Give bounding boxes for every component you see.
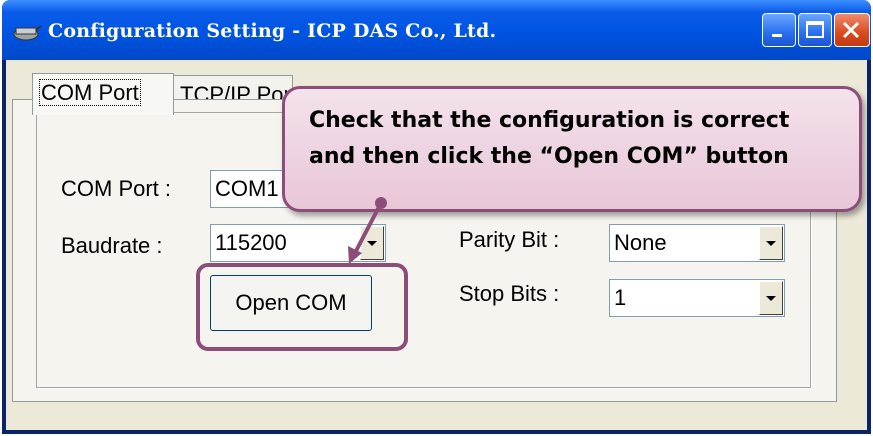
callout-line-2: and then click the “Open COM” button: [309, 144, 789, 169]
chevron-down-icon: [766, 296, 776, 301]
stop-bits-dropdown-button[interactable]: [759, 281, 783, 315]
app-icon: [13, 25, 42, 41]
close-icon: [842, 21, 860, 39]
parity-bit-select[interactable]: None: [609, 224, 785, 262]
minimize-icon: [772, 34, 782, 37]
instruction-callout: Check that the configuration is correct …: [282, 86, 862, 212]
baudrate-value: 115200: [215, 230, 287, 255]
parity-bit-label: Parity Bit :: [459, 227, 560, 252]
baudrate-dropdown-button[interactable]: [360, 226, 384, 260]
window-title: Configuration Setting - ICP DAS Co., Ltd…: [48, 20, 497, 42]
button-highlight-frame: [196, 263, 408, 351]
title-bar[interactable]: Configuration Setting - ICP DAS Co., Ltd…: [2, 0, 871, 60]
parity-dropdown-button[interactable]: [759, 226, 783, 260]
callout-text: Check that the configuration is correct …: [309, 103, 849, 175]
close-button[interactable]: [834, 13, 870, 47]
baudrate-select[interactable]: 115200: [210, 224, 386, 262]
chevron-down-icon: [367, 241, 377, 246]
tab-com-port-label: COM Port: [39, 79, 141, 106]
tab-com-port[interactable]: COM Port: [32, 73, 174, 115]
callout-line-1: Check that the configuration is correct: [309, 108, 790, 133]
stop-bits-value: 1: [614, 285, 627, 310]
parity-bit-value: None: [614, 230, 667, 255]
maximize-button[interactable]: [798, 13, 832, 47]
com-port-label: COM Port :: [61, 176, 172, 201]
minimize-button[interactable]: [762, 13, 796, 47]
baudrate-label: Baudrate :: [61, 233, 163, 258]
stop-bits-label: Stop Bits :: [459, 281, 560, 306]
stop-bits-select[interactable]: 1: [609, 279, 785, 317]
chevron-down-icon: [766, 241, 776, 246]
maximize-icon: [806, 21, 824, 38]
